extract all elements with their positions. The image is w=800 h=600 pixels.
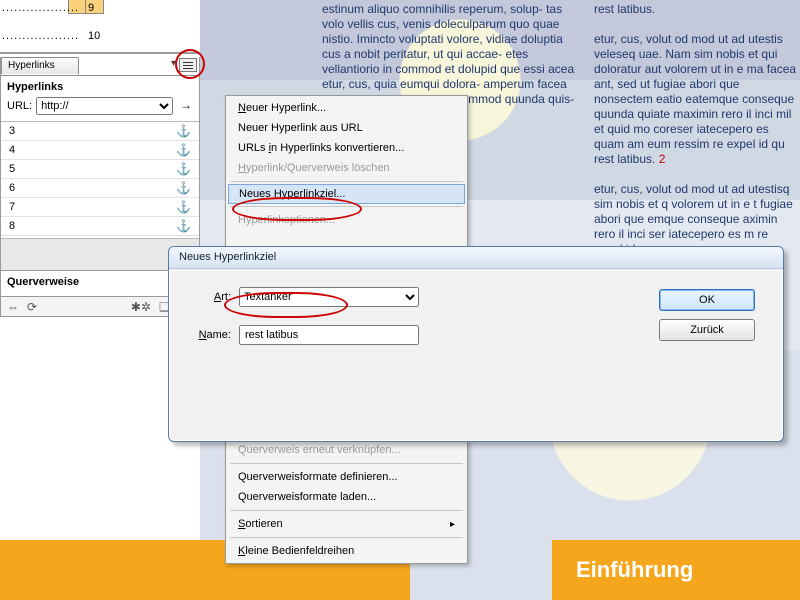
menu-sort[interactable]: Sortieren: [226, 514, 467, 534]
menu-load-formats[interactable]: Querverweisformate laden...: [226, 487, 467, 507]
anchor-icon: ⚓: [176, 181, 191, 195]
menu-separator: [230, 181, 463, 182]
dots: ...................: [2, 2, 79, 14]
footnote-ref: 2: [659, 152, 666, 166]
ok-button[interactable]: OK: [659, 289, 755, 311]
menu-convert-urls[interactable]: URLs in Hyperlinks konvertieren...: [226, 138, 467, 158]
name-input[interactable]: [239, 325, 419, 345]
page-footer: Einführung: [552, 540, 800, 600]
text: etur, cus, volut od mod ut ad utestis ve…: [594, 32, 796, 166]
list-item[interactable]: 3⚓: [1, 122, 199, 141]
anchor-icon: ⚓: [176, 162, 191, 176]
dots: ...................: [2, 30, 79, 42]
menu-separator: [230, 537, 463, 538]
list-item[interactable]: 6⚓: [1, 179, 199, 198]
crossref-icon[interactable]: ✱✲: [131, 300, 151, 314]
text: etur, cus, volut od mod ut ad utestisq s…: [594, 182, 793, 256]
menu-separator: [230, 206, 463, 207]
anchor-icon: ⚓: [176, 124, 191, 138]
link-icon[interactable]: ⇔: [7, 300, 19, 314]
menu-new-hyperlink-url[interactable]: Neuer Hyperlink aus URL: [226, 118, 467, 138]
anchor-icon: ⚓: [176, 219, 191, 233]
anchor-icon: ⚓: [176, 143, 191, 157]
go-arrow-icon[interactable]: →: [177, 97, 195, 115]
anchor-icon: ⚓: [176, 200, 191, 214]
list-item[interactable]: 4⚓: [1, 141, 199, 160]
refresh-icon[interactable]: ⟳: [27, 300, 37, 314]
menu-delete-hyperlink: Hyperlink/Querverweis löschen: [226, 158, 467, 178]
hyperlinks-list: 3⚓ 4⚓ 5⚓ 6⚓ 7⚓ 8⚓: [1, 121, 199, 236]
text: rest latibus.: [594, 2, 655, 16]
panel-divider: [0, 52, 200, 54]
dialog-title: Neues Hyperlinkziel: [169, 247, 783, 269]
art-select[interactable]: Textanker: [239, 287, 419, 307]
url-label: URL:: [7, 100, 32, 112]
list-item[interactable]: 7⚓: [1, 198, 199, 217]
menu-separator: [230, 463, 463, 464]
list-item[interactable]: 8⚓: [1, 217, 199, 236]
menu-separator: [230, 510, 463, 511]
menu-new-hyperlink[interactable]: NNeuer Hyperlink...euer Hyperlink...: [226, 98, 467, 118]
back-button[interactable]: Zurück: [659, 319, 755, 341]
page-number: 10: [88, 30, 100, 42]
art-label: Art:: [183, 291, 231, 303]
page-number: 9: [88, 2, 94, 14]
menu-new-destination[interactable]: Neues Hyperlinkziel...: [228, 184, 465, 204]
name-label: Name:: [183, 329, 231, 341]
url-select[interactable]: http://: [36, 97, 173, 115]
menu-small-rows[interactable]: Kleine Bedienfeldreihen: [226, 541, 467, 561]
list-item[interactable]: 5⚓: [1, 160, 199, 179]
new-hyperlink-destination-dialog: Neues Hyperlinkziel Art: Textanker Name:…: [168, 246, 784, 442]
hyperlinks-heading: Hyperlinks: [1, 76, 199, 95]
menu-define-formats[interactable]: Querverweisformate definieren...: [226, 467, 467, 487]
pages-panel: ................... 9 ..................…: [0, 0, 200, 55]
tab-hyperlinks[interactable]: Hyperlinks: [1, 57, 79, 74]
panel-menu-icon[interactable]: [179, 58, 197, 72]
menu-hyperlink-options: Hyperlinkoptionen...: [226, 210, 467, 230]
